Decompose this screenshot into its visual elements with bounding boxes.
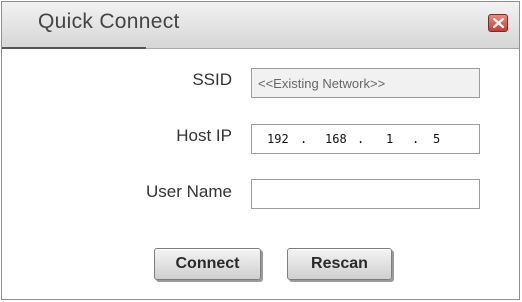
ssid-value: <<Existing Network>>	[258, 76, 386, 91]
ip-octet-3[interactable]: 1	[386, 132, 393, 146]
ssid-field: <<Existing Network>>	[251, 68, 480, 98]
title-bar: Quick Connect	[2, 2, 519, 49]
quick-connect-dialog: Quick Connect SSID <<Existing Network>> …	[1, 1, 520, 300]
ip-octet-4[interactable]: 5	[433, 132, 440, 146]
host-ip-field[interactable]: 192 . 168 . 1 . 5	[251, 124, 480, 154]
close-icon	[492, 17, 505, 29]
rescan-button[interactable]: Rescan	[287, 248, 392, 280]
user-name-label: User Name	[146, 182, 232, 201]
connect-button[interactable]: Connect	[154, 248, 261, 280]
ip-separator: .	[357, 132, 365, 146]
user-name-field[interactable]	[251, 179, 480, 209]
close-button[interactable]	[488, 14, 508, 32]
title-underline	[2, 47, 146, 49]
ip-octet-1[interactable]: 192	[267, 132, 289, 146]
ip-separator: .	[412, 132, 420, 146]
ip-separator: .	[300, 132, 308, 146]
dialog-title: Quick Connect	[38, 10, 180, 33]
ssid-label: SSID	[192, 70, 232, 89]
host-ip-label: Host IP	[176, 126, 232, 145]
ip-octet-2[interactable]: 168	[325, 132, 347, 146]
